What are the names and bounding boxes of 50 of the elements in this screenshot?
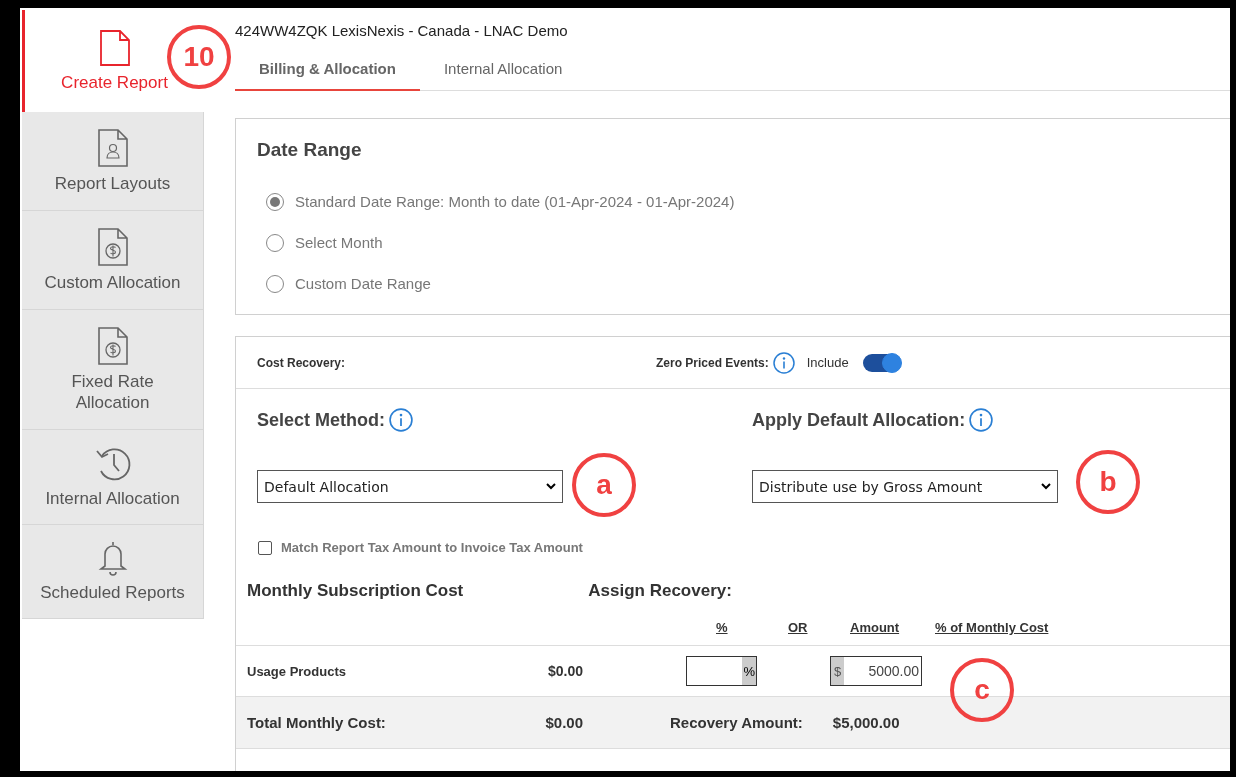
assign-recovery-title: Assign Recovery: [588, 581, 732, 601]
zero-priced-label: Zero Priced Events: [656, 355, 769, 370]
section-title: Date Range [257, 139, 363, 161]
info-icon[interactable] [772, 351, 795, 374]
column-header: % [716, 620, 728, 635]
checkbox[interactable] [258, 540, 272, 555]
info-icon[interactable] [389, 408, 413, 432]
cost-recovery-label: Cost Recovery: [257, 355, 347, 370]
column-header: OR [788, 620, 808, 635]
tab[interactable]: Billing & Allocation [235, 57, 420, 91]
callout-marker: b [1076, 450, 1140, 514]
select-method-label: Select Method: [257, 409, 385, 431]
document-icon [97, 29, 132, 66]
amount-field[interactable]: $ 5000.00 [830, 656, 922, 686]
tab[interactable]: Internal Allocation [419, 57, 587, 91]
sidebar-item[interactable]: Internal Allocation [22, 430, 204, 525]
caret-icon [1041, 483, 1051, 490]
column-header: % of Monthly Cost [935, 620, 1049, 635]
sidebar-item[interactable]: Fixed Rate Allocation [22, 310, 204, 430]
document-dollar-icon [95, 227, 130, 266]
include-label: Include [806, 355, 849, 370]
recovery-label: Recovery Amount: [670, 714, 803, 731]
total-cost: $0.00 [544, 714, 583, 731]
info-icon[interactable] [969, 408, 994, 432]
document-person-icon [95, 128, 130, 167]
product-name: Usage Products [247, 663, 347, 679]
default-allocation-label: Apply Default Allocation: [752, 409, 966, 431]
radio-label: Standard Date Range: Month to date (01-Apr-2024 - 01-Apr-2024) [295, 193, 735, 210]
checkbox-label: Match Report Tax Amount to Invoice Tax Amount [281, 540, 583, 555]
radio-label: Select Month [295, 234, 383, 251]
column-header: Amount [850, 620, 900, 635]
include-toggle[interactable] [862, 353, 901, 372]
total-label: Total Monthly Cost: [247, 714, 387, 731]
callout-marker: c [950, 658, 1014, 722]
recovery-amount: $5,000.00 [832, 714, 900, 731]
callout-marker: a [572, 453, 636, 517]
method-select[interactable]: Default Allocation [257, 470, 563, 503]
subscription-title: Monthly Subscription Cost [247, 581, 464, 601]
bell-icon [97, 540, 128, 576]
sidebar-item[interactable]: Report Layouts [22, 112, 204, 211]
cost-value: $0.00 [546, 663, 583, 679]
caret-icon [546, 483, 556, 490]
percent-field[interactable]: % [686, 656, 757, 686]
sidebar-item[interactable]: Custom Allocation [22, 211, 204, 310]
document-dollar-icon [95, 326, 130, 365]
account-title: 424WW4ZQK LexisNexis - Canada - LNAC Demo [235, 22, 569, 39]
radio-label: Custom Date Range [295, 275, 431, 292]
allocation-select[interactable]: Distribute use by Gross Amount [752, 470, 1058, 503]
callout-marker: 10 [167, 25, 231, 89]
sidebar-item[interactable]: Scheduled Reports [22, 525, 204, 619]
